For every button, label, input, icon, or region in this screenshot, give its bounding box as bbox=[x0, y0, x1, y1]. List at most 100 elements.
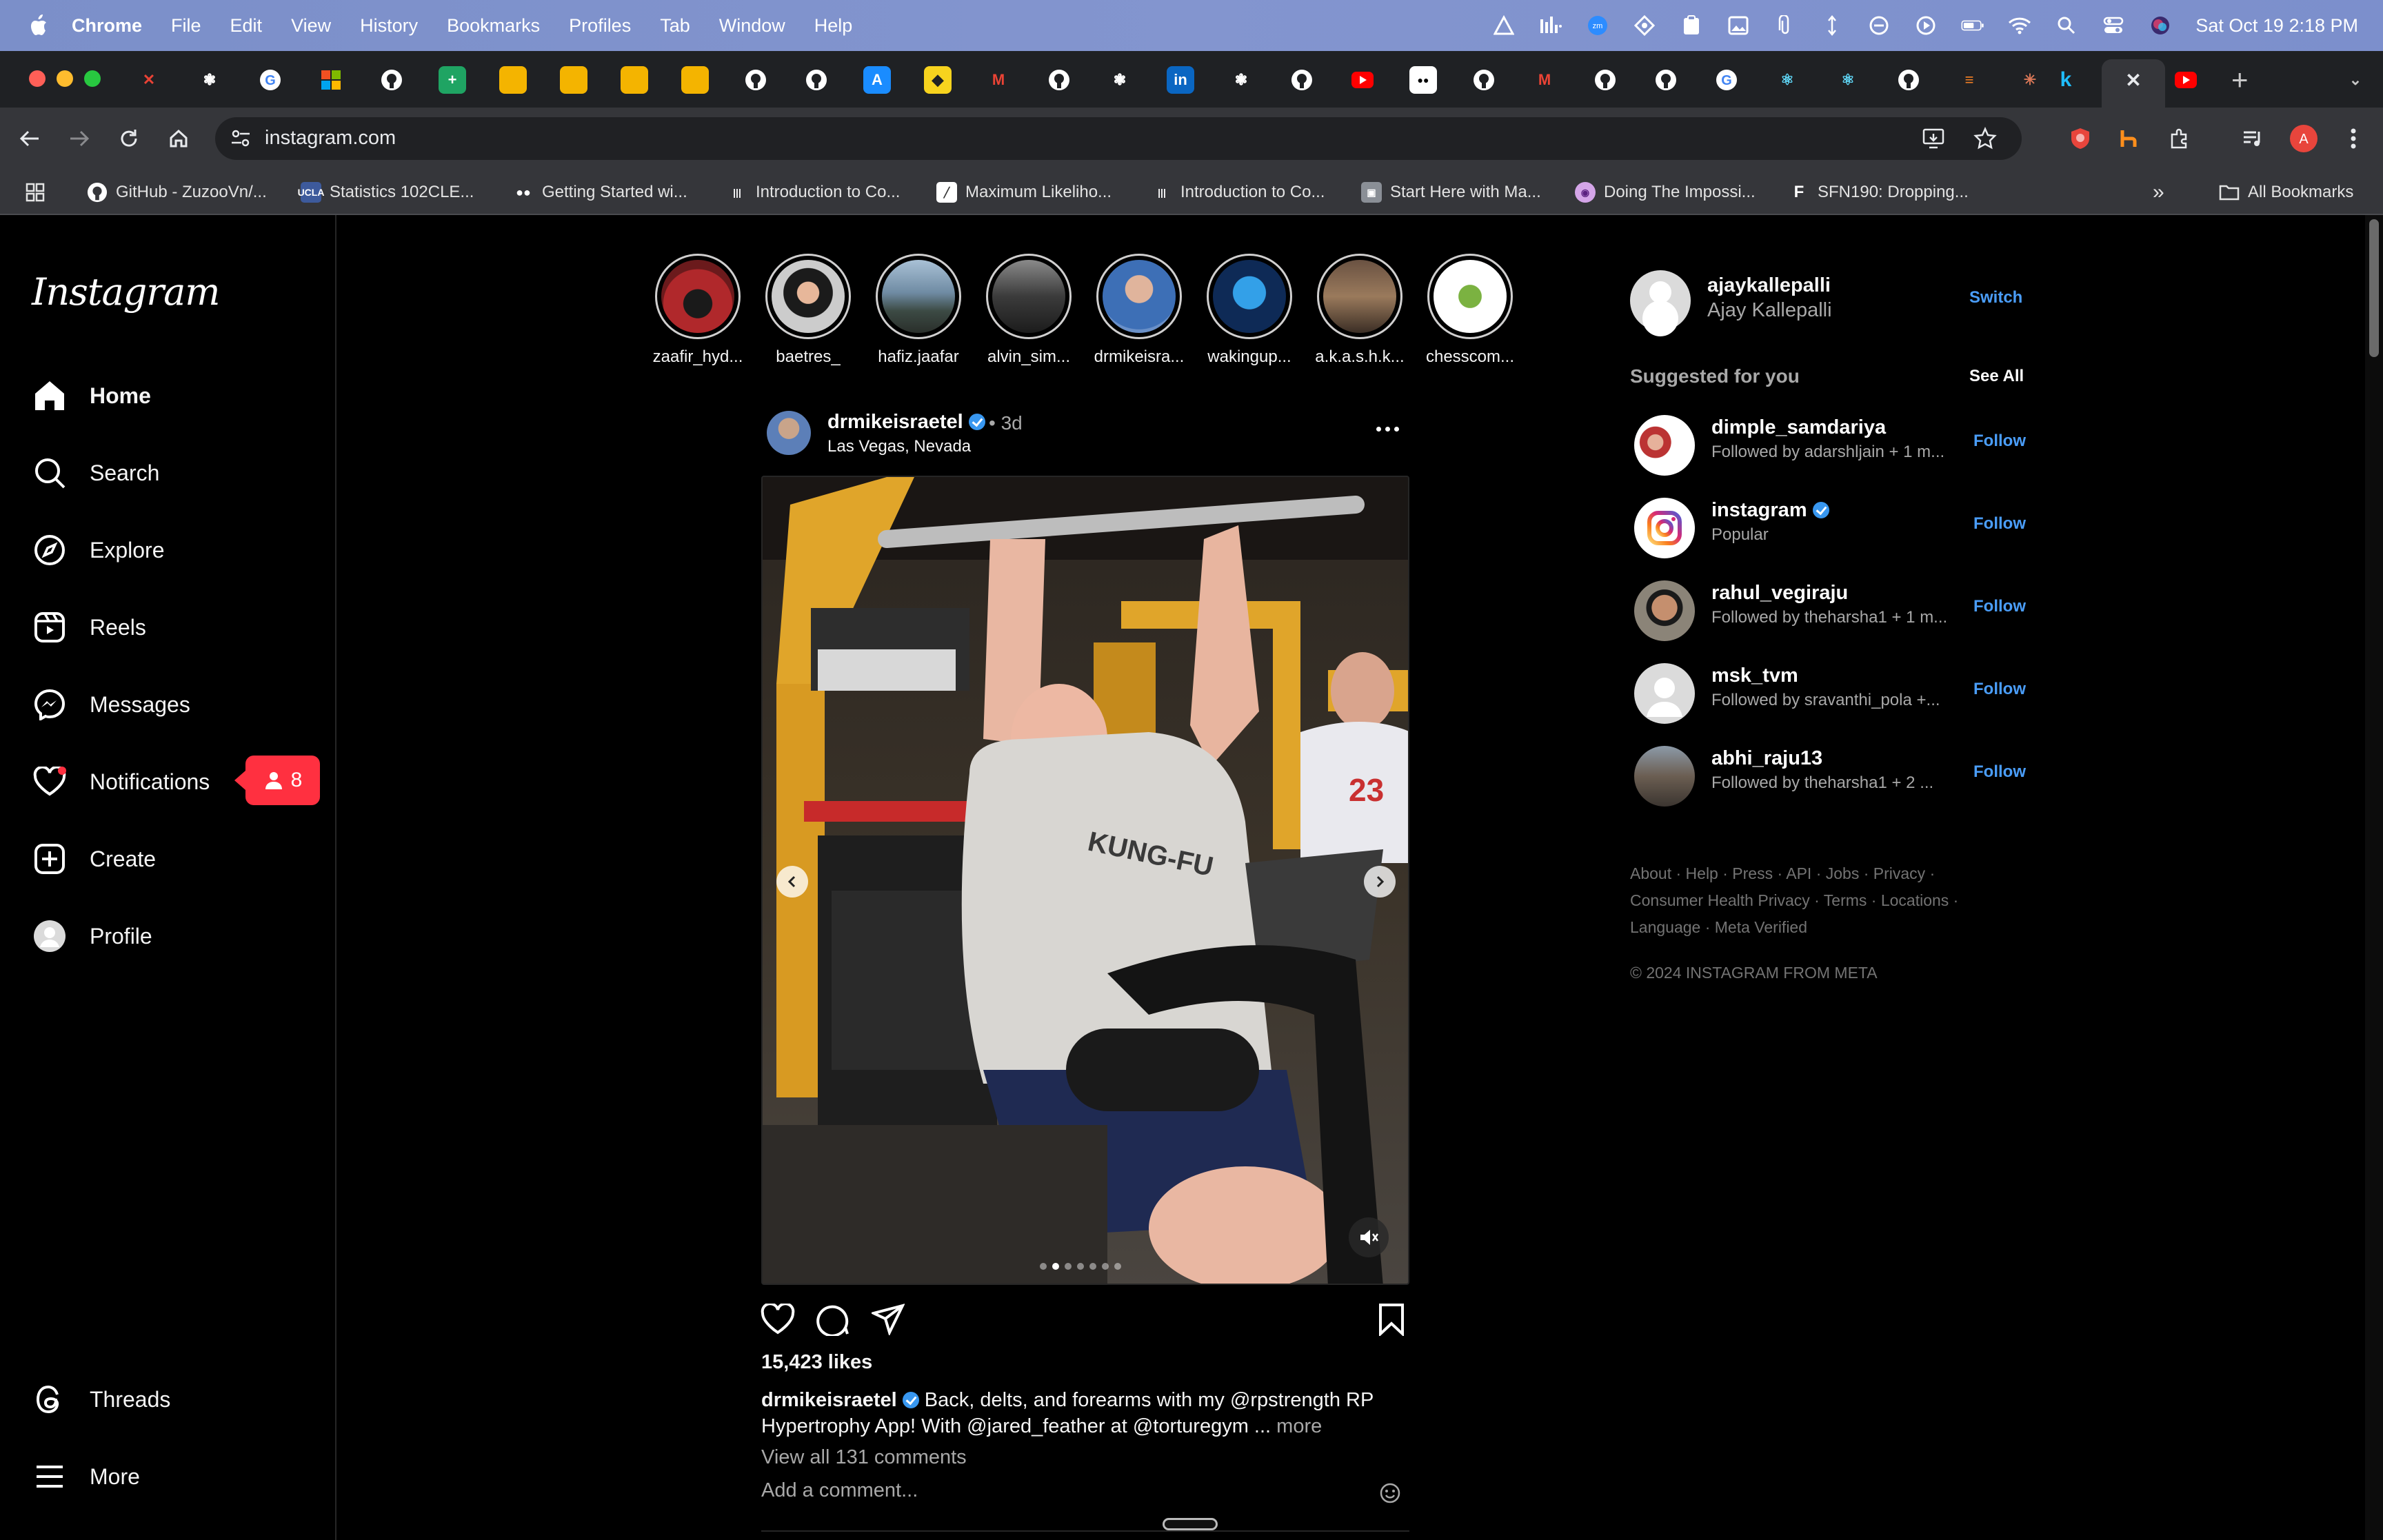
tab-slides-icon[interactable] bbox=[499, 66, 527, 94]
post-location[interactable]: Las Vegas, Nevada bbox=[827, 437, 971, 456]
status-bars-icon[interactable] bbox=[1539, 14, 1562, 37]
nav-search[interactable]: Search bbox=[32, 452, 159, 494]
profile-avatar-button[interactable]: A bbox=[2288, 123, 2320, 154]
bookmark-doing-impossible[interactable]: ◉ Doing The Impossi... bbox=[1575, 179, 1756, 205]
apple-icon[interactable] bbox=[28, 14, 48, 37]
suggested-user-avatar[interactable] bbox=[1634, 580, 1695, 641]
menu-profiles[interactable]: Profiles bbox=[569, 15, 631, 37]
post-timestamp[interactable]: • 3d bbox=[989, 412, 1023, 434]
wifi-icon[interactable] bbox=[2008, 14, 2031, 37]
emoji-smiley-icon[interactable] bbox=[1379, 1482, 1401, 1504]
tab-youtube-icon[interactable] bbox=[1349, 66, 1376, 94]
suggested-username[interactable]: instagram bbox=[1711, 499, 1829, 522]
nav-home[interactable]: Home bbox=[32, 375, 151, 416]
menu-edit[interactable]: Edit bbox=[230, 15, 263, 37]
tab-slides-icon[interactable] bbox=[681, 66, 709, 94]
tab-github-icon[interactable] bbox=[1045, 66, 1073, 94]
clipboard-icon[interactable] bbox=[1680, 14, 1703, 37]
post-options-ellipsis-icon[interactable] bbox=[1376, 422, 1404, 436]
story-avatar[interactable] bbox=[1096, 254, 1182, 339]
tab-openai-icon[interactable]: ❃ bbox=[196, 66, 223, 94]
see-all-button[interactable]: See All bbox=[1969, 367, 2024, 386]
arrows-vertical-icon[interactable] bbox=[1820, 14, 1844, 37]
window-close-button[interactable] bbox=[29, 70, 46, 87]
install-app-icon[interactable] bbox=[1922, 127, 1946, 154]
nav-reels[interactable]: Reels bbox=[32, 607, 146, 648]
bookmark-sfn190[interactable]: F SFN190: Dropping... bbox=[1789, 179, 1969, 205]
nav-create[interactable]: Create bbox=[32, 838, 156, 880]
current-user-avatar[interactable] bbox=[1630, 270, 1691, 331]
tab-slides-icon[interactable] bbox=[621, 66, 648, 94]
siri-icon[interactable] bbox=[2149, 14, 2172, 37]
tab-kaggle-icon[interactable]: k bbox=[2052, 66, 2080, 94]
story-username[interactable]: a.k.a.s.h.k... bbox=[1305, 347, 1415, 367]
bookmark-statistics[interactable]: UCLA Statistics 102CLE... bbox=[298, 179, 474, 205]
tab-youtube-icon[interactable] bbox=[2172, 66, 2200, 94]
follow-button[interactable]: Follow bbox=[1973, 514, 2026, 534]
tab-close-icon[interactable]: ✕ bbox=[2120, 66, 2147, 94]
nav-notifications[interactable]: Notifications bbox=[32, 761, 210, 802]
tab-openai-icon[interactable]: ❃ bbox=[1227, 66, 1255, 94]
post-author-username[interactable]: drmikeisraetel bbox=[827, 411, 985, 434]
follow-button[interactable]: Follow bbox=[1973, 680, 2026, 699]
paperclip-icon[interactable] bbox=[1773, 14, 1797, 37]
tab-claude-icon[interactable]: ✳ bbox=[2016, 66, 2044, 94]
control-center-icon[interactable] bbox=[2102, 14, 2125, 37]
story-avatar[interactable] bbox=[765, 254, 851, 339]
image-icon[interactable] bbox=[1727, 14, 1750, 37]
audio-muted-button[interactable] bbox=[1349, 1217, 1389, 1257]
scrollbar-thumb[interactable] bbox=[2369, 219, 2379, 357]
story-username[interactable]: drmikeisra... bbox=[1084, 347, 1194, 367]
menu-view[interactable]: View bbox=[291, 15, 331, 37]
tab-search-chevron-icon[interactable]: ⌄ bbox=[2342, 66, 2369, 94]
share-send-icon[interactable] bbox=[869, 1300, 907, 1339]
comment-bubble-icon[interactable] bbox=[814, 1300, 852, 1339]
tab-shield-icon[interactable]: ◆ bbox=[924, 66, 952, 94]
back-arrow-icon[interactable] bbox=[14, 123, 46, 154]
battery-icon[interactable] bbox=[1961, 14, 1984, 37]
tab-github-icon[interactable] bbox=[1288, 66, 1316, 94]
suggested-user-avatar[interactable] bbox=[1634, 415, 1695, 476]
nav-threads[interactable]: Threads bbox=[32, 1379, 170, 1420]
zoom-icon[interactable]: zm bbox=[1586, 14, 1609, 37]
suggested-username[interactable]: dimple_samdariya bbox=[1711, 416, 1886, 439]
window-zoom-button[interactable] bbox=[84, 70, 101, 87]
menu-help[interactable]: Help bbox=[814, 15, 853, 37]
bookmark-star-icon[interactable] bbox=[1973, 126, 1997, 154]
footer-links[interactable]: About · Help · Press · API · Jobs · Priv… bbox=[1630, 860, 2030, 941]
tab-react-icon[interactable]: ⚛ bbox=[1834, 66, 1862, 94]
nav-explore[interactable]: Explore bbox=[32, 529, 165, 571]
carousel-next-button[interactable] bbox=[1364, 866, 1396, 898]
address-bar[interactable]: instagram.com bbox=[215, 117, 2022, 160]
story-username[interactable]: chesscom... bbox=[1415, 347, 1525, 367]
menu-history[interactable]: History bbox=[360, 15, 418, 37]
bookmark-intro-2[interactable]: ||| Introduction to Co... bbox=[1152, 179, 1325, 205]
story-username[interactable]: zaafir_hyd... bbox=[643, 347, 753, 367]
story-avatar[interactable] bbox=[1427, 254, 1513, 339]
status-diamond-icon[interactable] bbox=[1633, 14, 1656, 37]
tab-github-icon[interactable] bbox=[378, 66, 405, 94]
page-scrollbar[interactable] bbox=[2365, 215, 2383, 1540]
notification-count-badge[interactable]: 8 bbox=[234, 756, 320, 805]
post-media[interactable]: KUNG-FU 23 bbox=[761, 476, 1409, 1285]
suggested-username[interactable]: rahul_vegiraju bbox=[1711, 582, 1848, 605]
tab-gmail-icon[interactable]: M bbox=[1531, 66, 1558, 94]
home-icon[interactable] bbox=[163, 123, 194, 154]
caption-username[interactable]: drmikeisraetel bbox=[761, 1389, 897, 1411]
story-username[interactable]: baetres_ bbox=[753, 347, 863, 367]
carousel-prev-button[interactable] bbox=[776, 866, 808, 898]
tab-sheets-icon[interactable]: + bbox=[439, 66, 466, 94]
story-username[interactable]: hafiz.jaafar bbox=[863, 347, 974, 367]
bookmark-github[interactable]: GitHub - ZuzooVn/... bbox=[87, 179, 267, 205]
tab-stackoverflow-icon[interactable]: ≡ bbox=[1955, 66, 1983, 94]
tab-github-icon[interactable] bbox=[1895, 66, 1922, 94]
window-minimize-button[interactable] bbox=[57, 70, 73, 87]
like-heart-icon[interactable] bbox=[758, 1300, 797, 1339]
nav-messages[interactable]: Messages bbox=[32, 684, 190, 725]
bookmark-max-likelihood[interactable]: ╱ Maximum Likeliho... bbox=[936, 179, 1112, 205]
follow-button[interactable]: Follow bbox=[1973, 597, 2026, 616]
suggested-username[interactable]: abhi_raju13 bbox=[1711, 747, 1822, 770]
suggested-user-avatar[interactable] bbox=[1634, 663, 1695, 724]
post-author-avatar[interactable] bbox=[767, 411, 811, 455]
all-bookmarks-button[interactable]: All Bookmarks bbox=[2219, 179, 2353, 205]
